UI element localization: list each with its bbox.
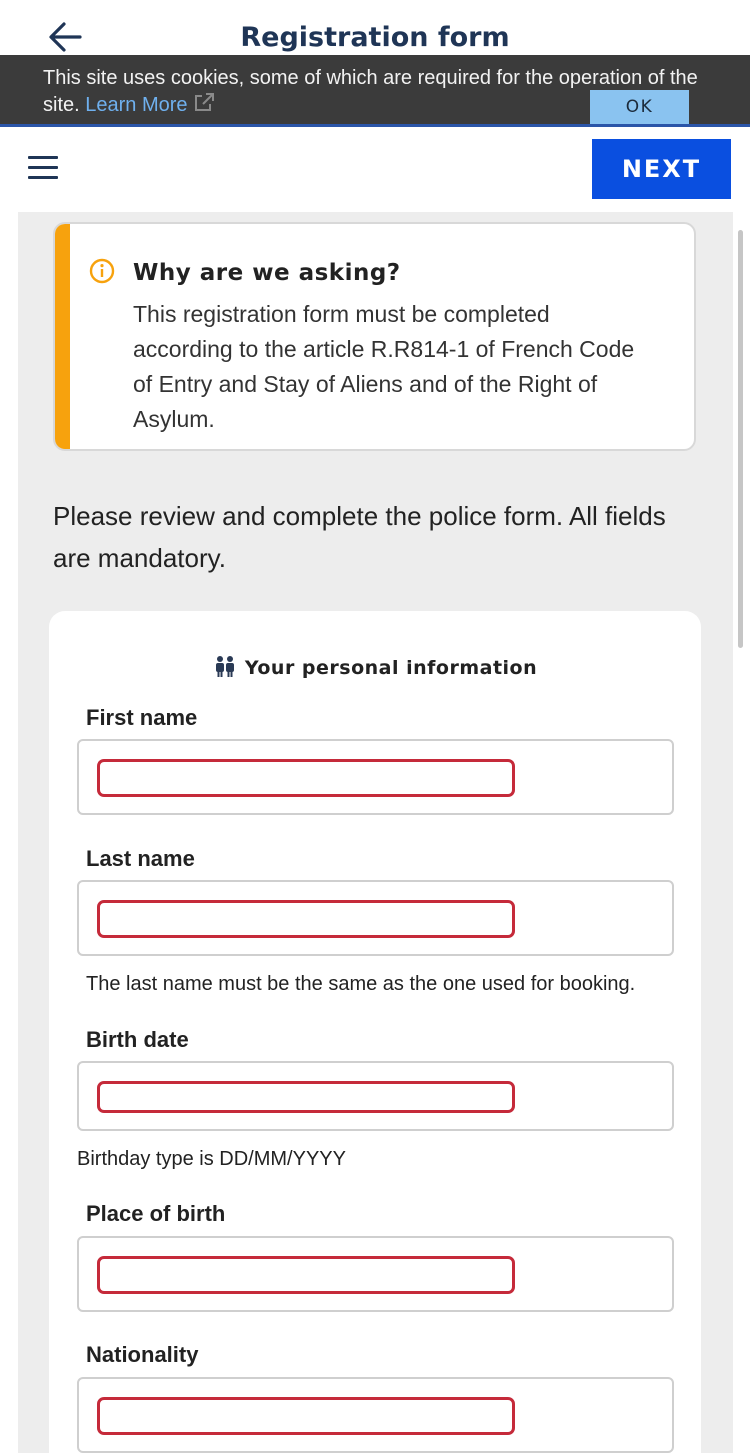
info-accent-stripe	[55, 224, 70, 449]
birth-date-input[interactable]	[97, 1081, 515, 1113]
place-of-birth-label: Place of birth	[86, 1201, 226, 1226]
next-button[interactable]: NEXT	[592, 139, 731, 199]
intro-text: Please review and complete the police fo…	[53, 501, 666, 573]
people-icon	[215, 656, 234, 677]
main-content[interactable]: Why are we asking? This registration for…	[18, 212, 733, 1453]
learn-more-link[interactable]: Learn More	[85, 93, 215, 116]
birth-date-hint: Birthday type is DD/MM/YYYY	[77, 1148, 346, 1170]
scrollbar[interactable]	[738, 230, 743, 648]
last-name-hint: The last name must be the same as the on…	[86, 973, 636, 995]
birth-date-label: Birth date	[86, 1027, 189, 1052]
cookie-banner: This site uses cookies, some of which ar…	[0, 55, 750, 127]
personal-info-card: Your personal information First name Las…	[49, 611, 701, 1453]
external-link-icon	[194, 93, 214, 111]
info-callout: Why are we asking? This registration for…	[53, 222, 696, 451]
last-name-label: Last name	[86, 846, 195, 871]
nationality-label: Nationality	[86, 1342, 199, 1367]
hamburger-menu-icon[interactable]	[28, 156, 58, 182]
info-body: This registration form must be completed…	[133, 301, 635, 432]
top-bar: Registration form	[0, 0, 750, 56]
section-title: Your personal information	[49, 655, 701, 679]
nav-bar: NEXT	[0, 130, 750, 212]
section-title-text: Your personal information	[244, 657, 538, 679]
info-icon	[89, 258, 115, 284]
nationality-field	[77, 1377, 674, 1453]
cookie-ok-button[interactable]: OK	[590, 90, 689, 124]
birth-date-field	[77, 1061, 674, 1131]
first-name-input[interactable]	[97, 759, 515, 797]
place-of-birth-field	[77, 1236, 674, 1312]
last-name-input[interactable]	[97, 900, 515, 938]
first-name-field	[77, 739, 674, 815]
learn-more-label: Learn More	[85, 94, 188, 116]
last-name-field	[77, 880, 674, 956]
nationality-input[interactable]	[97, 1397, 515, 1435]
first-name-label: First name	[86, 705, 198, 730]
place-of-birth-input[interactable]	[97, 1256, 515, 1294]
page-title: Registration form	[240, 22, 510, 53]
info-title: Why are we asking?	[133, 260, 401, 286]
